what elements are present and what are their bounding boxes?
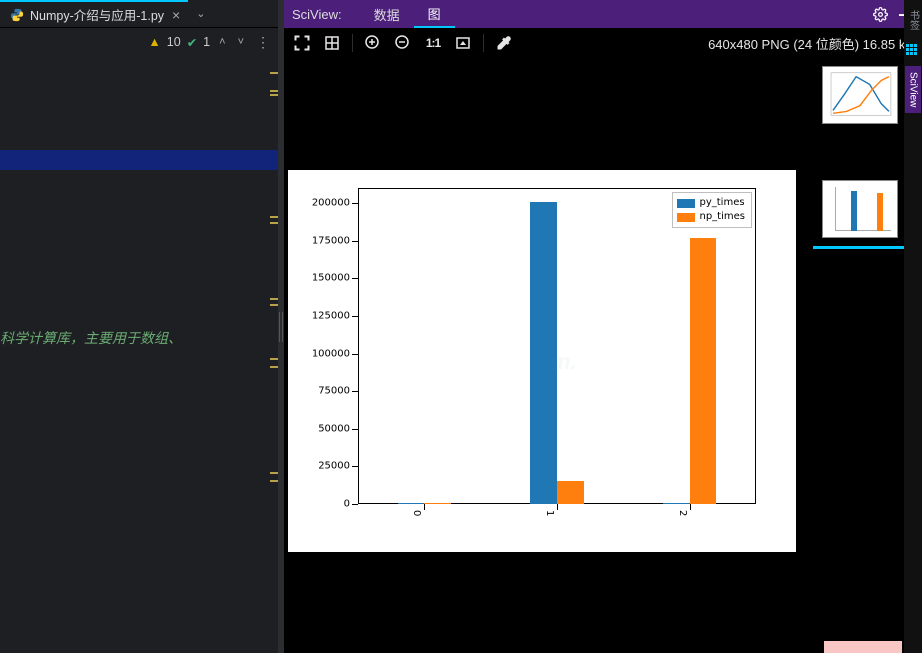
plot-thumbnail[interactable] (822, 66, 898, 124)
rail-bookmarks-button[interactable]: 书签 (905, 4, 921, 36)
close-icon[interactable]: × (172, 8, 180, 22)
x-tick (424, 504, 425, 510)
code-comment-text: 科学计算库，主要用于数组、 (0, 328, 182, 348)
sciview-rail-icon[interactable] (906, 44, 920, 58)
x-tick-label: 0 (411, 510, 422, 516)
ok-count: 1 (203, 35, 210, 49)
y-tick (352, 504, 358, 505)
y-tick-label: 25000 (318, 461, 350, 472)
next-problem-button[interactable]: ˅ (235, 36, 247, 48)
sciview-header: SciView: 数据 图 — (284, 0, 922, 28)
y-tick (352, 391, 358, 392)
x-tick (557, 504, 558, 510)
legend-label: py_times (700, 196, 745, 210)
partial-thumbnail (824, 641, 902, 653)
zoom-in-icon[interactable] (361, 31, 385, 55)
sciview-toolbar: 1:1 640x480 PNG (24 位颜色) 16.85 kB (284, 28, 922, 58)
y-tick-label: 125000 (312, 310, 350, 321)
code-area[interactable]: 科学计算库，主要用于数组、 (0, 60, 278, 653)
tab-list-dropdown[interactable]: ⌄ (188, 7, 213, 20)
bar (557, 481, 584, 504)
plot-thumbnail-row: × (818, 58, 918, 132)
editor-tab-filename: Numpy-介绍与应用-1.py (30, 5, 164, 24)
x-tick-label: 1 (544, 510, 555, 516)
gear-icon[interactable] (866, 7, 894, 22)
y-tick (352, 354, 358, 355)
prev-problem-button[interactable]: ˄ (216, 36, 228, 48)
color-picker-icon[interactable] (492, 31, 516, 55)
y-tick-label: 175000 (312, 235, 350, 246)
legend-label: np_times (700, 210, 746, 224)
tab-plots[interactable]: 图 (414, 0, 455, 28)
bar (530, 202, 557, 504)
y-tick-label: 75000 (318, 386, 350, 397)
checkmark-icon: ✔ (187, 35, 197, 50)
y-tick (352, 203, 358, 204)
warning-icon: ▲ (148, 35, 160, 49)
y-tick-label: 200000 (312, 198, 350, 209)
y-tick-label: 150000 (312, 273, 350, 284)
main-plot[interactable]: om. py_times np_times 025000500007500010… (288, 170, 796, 552)
y-tick (352, 466, 358, 467)
editor-tab[interactable]: Numpy-介绍与应用-1.py × (0, 0, 188, 27)
right-tool-rail: 书签 SciView (904, 0, 922, 653)
python-file-icon (10, 8, 24, 22)
y-tick-label: 50000 (318, 423, 350, 434)
more-icon[interactable]: ⋮ (253, 34, 272, 51)
y-tick (352, 278, 358, 279)
tab-data[interactable]: 数据 (360, 0, 414, 28)
grid-icon[interactable] (320, 31, 344, 55)
warning-count: 10 (167, 35, 181, 49)
sciview-title: SciView: (292, 7, 342, 22)
bar (690, 238, 717, 504)
image-status-text: 640x480 PNG (24 位颜色) 16.85 kB (708, 34, 914, 53)
actual-size-button[interactable]: 1:1 (421, 31, 445, 55)
y-tick (352, 316, 358, 317)
y-tick (352, 429, 358, 430)
bar (663, 503, 690, 504)
zoom-out-icon[interactable] (391, 31, 415, 55)
editor-inspection-bar: ▲ 10 ✔ 1 ˄ ˅ ⋮ (0, 28, 278, 56)
x-tick-label: 2 (677, 510, 688, 516)
bar (424, 503, 451, 504)
sciview-pane: SciView: 数据 图 — 1:1 640x480 PNG (24 位颜色 (284, 0, 922, 653)
sciview-body: × × om. py_times np_times (284, 58, 922, 653)
x-tick (690, 504, 691, 510)
plot-thumbnail-list: × × (818, 58, 918, 246)
editor-pane: Numpy-介绍与应用-1.py × ⌄ ▲ 10 ✔ 1 ˄ ˅ ⋮ 科学计算… (0, 0, 278, 653)
y-tick-label: 0 (344, 499, 350, 510)
plot-thumbnail[interactable] (822, 180, 898, 238)
bar (398, 503, 425, 504)
editor-tab-bar: Numpy-介绍与应用-1.py × ⌄ (0, 0, 278, 28)
current-line-highlight (0, 150, 278, 170)
rail-sciview-button[interactable]: SciView (905, 66, 921, 113)
y-tick (352, 241, 358, 242)
plot-thumbnail-row: × (818, 172, 918, 246)
y-tick-label: 100000 (312, 348, 350, 359)
error-stripe-gutter[interactable] (268, 60, 278, 620)
fit-to-screen-icon[interactable] (290, 31, 314, 55)
fit-window-icon[interactable] (451, 31, 475, 55)
plot-legend: py_times np_times (672, 192, 753, 228)
